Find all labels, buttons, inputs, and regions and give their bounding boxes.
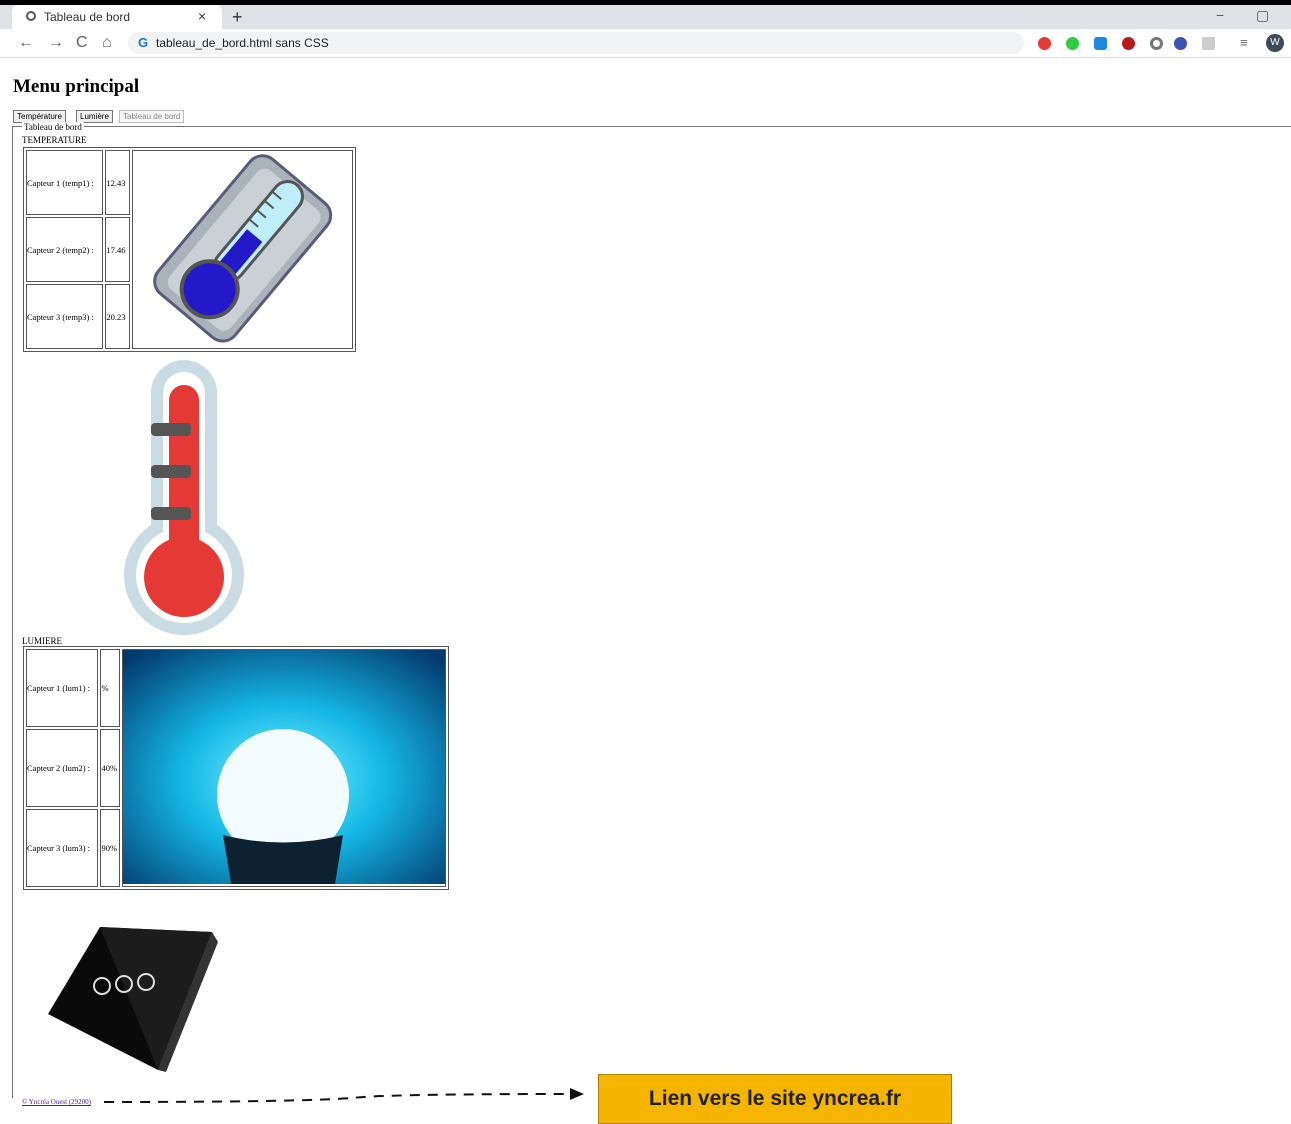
sensor-value: 12.43	[105, 150, 130, 215]
thermometer-tablet-icon	[152, 154, 332, 343]
page-title: Menu principal	[13, 76, 140, 97]
lumiere-table: Capteur 1 (lum1) : % Capteur 2 (lum2): …	[23, 646, 449, 890]
fieldset-border-left	[12, 126, 13, 1098]
profile-avatar[interactable]: W	[1266, 34, 1284, 52]
sensor-value: 17.46	[105, 217, 130, 282]
yncrea-footer-link[interactable]: © Yncréa Ouest (29200)	[22, 1098, 91, 1106]
globe-icon	[26, 11, 36, 21]
tab-title: Tableau de bord	[44, 10, 131, 24]
temperature-section-label: TEMPERATURE	[22, 135, 87, 145]
sensor-label: Capteur 3 (lum3) :	[26, 809, 99, 887]
reading-list-icon[interactable]: ≡	[1240, 35, 1248, 50]
extension-blue-icon[interactable]	[1094, 37, 1107, 50]
extension-pdf-icon[interactable]	[1202, 37, 1215, 50]
extension-at-icon[interactable]	[1174, 37, 1187, 50]
extension-circle-icon[interactable]	[1150, 37, 1163, 50]
reload-button[interactable]: C	[76, 34, 88, 52]
fieldset-legend: Tableau de bord	[22, 122, 84, 132]
ublock-icon[interactable]	[1122, 37, 1135, 50]
touch-switch-icon	[48, 927, 218, 1072]
google-icon: G	[138, 35, 149, 50]
tableau-de-bord-button: Tableau de bord	[119, 110, 185, 123]
adblock-icon[interactable]	[1038, 37, 1051, 50]
back-button[interactable]: ←	[18, 34, 34, 52]
lumiere-image-cell	[121, 649, 446, 887]
toolbar: ← → C ⌂ G tableau_de_bord.html sans CSS …	[0, 29, 1291, 58]
temperature-image-cell	[131, 150, 353, 349]
sensor-value: 20.23	[105, 284, 130, 349]
address-bar[interactable]: G tableau_de_bord.html sans CSS	[128, 32, 1024, 54]
minimize-button[interactable]: −	[1216, 7, 1224, 23]
sensor-value: %	[100, 649, 120, 727]
sensor-value: 90%	[100, 809, 120, 887]
sensor-label: Capteur 1 (lum1) :	[26, 649, 99, 727]
table-row: Capteur 1 (temp1) : 12.43	[26, 150, 353, 349]
sensor-label: Capteur 3 (temp3) :	[26, 284, 104, 349]
url-text: tableau_de_bord.html sans CSS	[156, 36, 329, 50]
temperature-table: Capteur 1 (temp1) : 12.43 Capteur 2 (tem…	[23, 147, 356, 352]
fieldset-border-top	[12, 126, 1291, 127]
home-button[interactable]: ⌂	[102, 34, 112, 52]
table-row: Capteur 1 (lum1) : %	[26, 649, 446, 887]
sensor-label: Capteur 2 (lum2) :	[26, 729, 99, 807]
light-bulb-icon	[122, 650, 445, 884]
page-content: Menu principal Température Lumière Table…	[0, 58, 1291, 1124]
maximize-button[interactable]: ▢	[1256, 7, 1269, 24]
extension-green-icon[interactable]	[1066, 37, 1079, 50]
red-thermometer-icon	[124, 360, 244, 635]
dashed-arrow	[103, 1088, 584, 1103]
sensor-label: Capteur 2 (temp2) :	[26, 217, 104, 282]
browser-tab[interactable]: Tableau de bord ×	[12, 5, 222, 29]
yncrea-callout: Lien vers le site yncrea.fr	[598, 1074, 952, 1124]
new-tab-button[interactable]: +	[232, 7, 243, 28]
sensor-label: Capteur 1 (temp1) :	[26, 150, 104, 215]
close-tab-icon[interactable]: ×	[198, 8, 206, 24]
forward-button[interactable]: →	[48, 34, 64, 52]
lumiere-section-label: LUMIERE	[22, 636, 62, 646]
sensor-value: 40%	[100, 729, 120, 807]
tab-strip: Tableau de bord × + − ▢	[0, 5, 1291, 29]
